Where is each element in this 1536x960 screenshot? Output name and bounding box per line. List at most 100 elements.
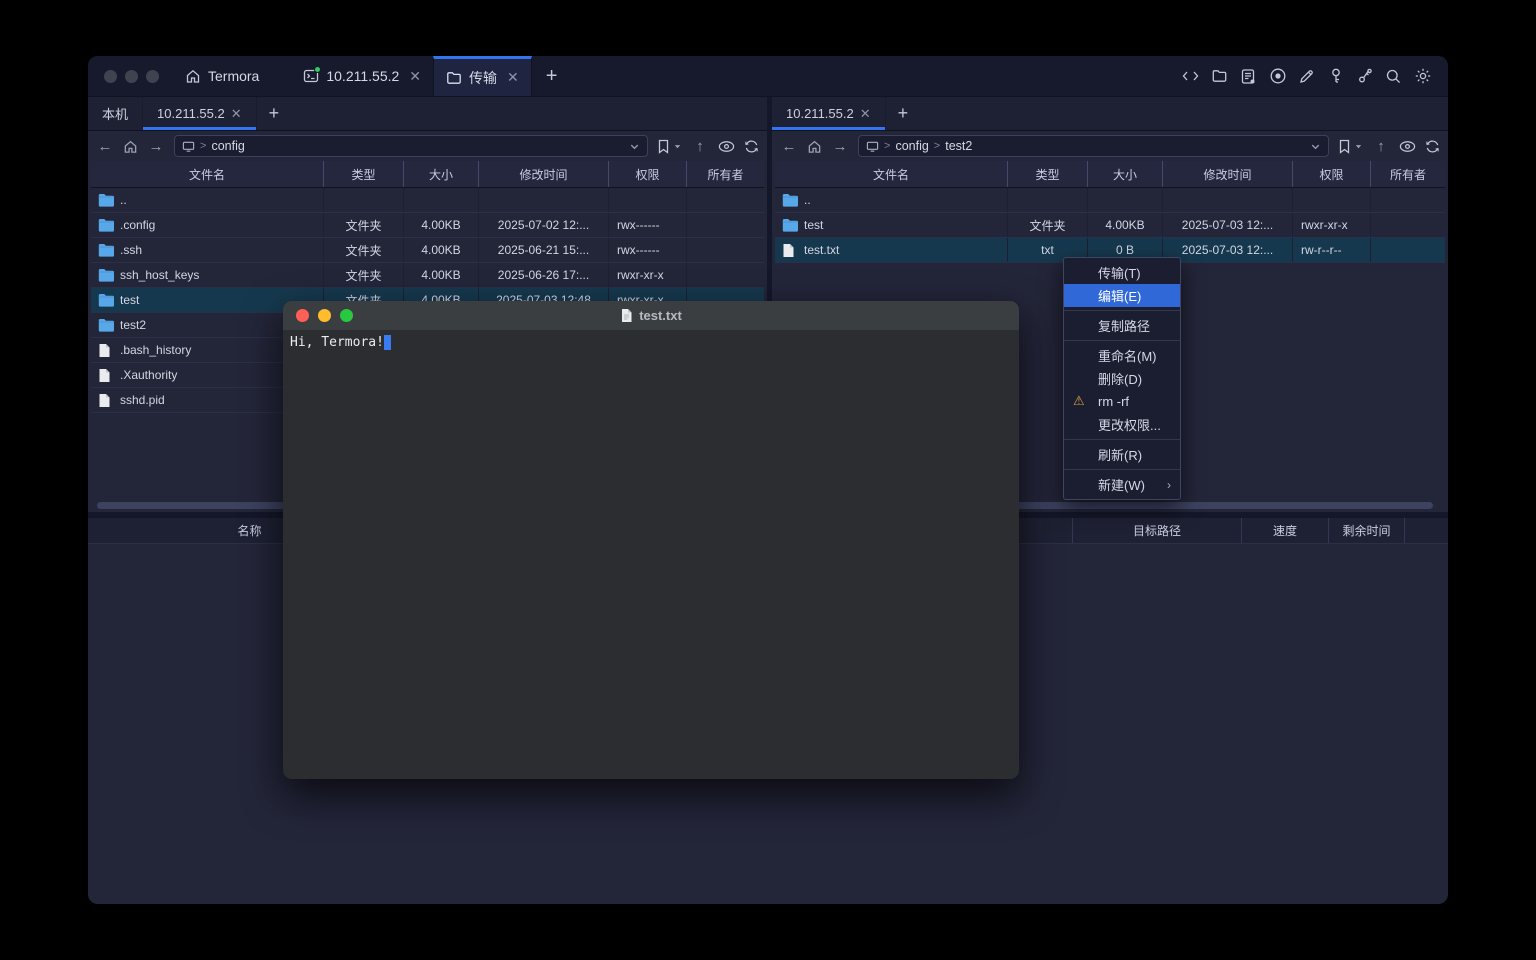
- tab-remote-right[interactable]: 10.211.55.2 ✕: [772, 97, 886, 130]
- code-icon[interactable]: [1181, 67, 1200, 86]
- col-type[interactable]: 类型: [1008, 161, 1088, 187]
- transfer-col-target-path[interactable]: 目标路径: [1073, 518, 1242, 543]
- close-tab-icon[interactable]: ✕: [409, 68, 421, 85]
- file-modified-cell: 2025-06-21 15:...: [479, 238, 609, 262]
- show-hidden-icon[interactable]: [1399, 140, 1416, 153]
- transfer-col-remaining[interactable]: 剩余时间: [1329, 518, 1405, 543]
- table-row[interactable]: ..: [775, 188, 1445, 213]
- new-tab-button[interactable]: +: [532, 56, 572, 96]
- right-path-input[interactable]: > config > test2: [858, 135, 1329, 157]
- path-segment[interactable]: config: [211, 139, 244, 153]
- right-pathbar: ← → > config > test2 ↑: [772, 131, 1448, 161]
- menu-item[interactable]: ⚠rm -rf: [1064, 390, 1180, 413]
- search-icon[interactable]: [1384, 67, 1403, 86]
- tab-remote-label: 10.211.55.2: [786, 106, 854, 121]
- edit-icon[interactable]: [1297, 67, 1316, 86]
- close-tab-icon[interactable]: ✕: [860, 106, 871, 122]
- chevron-right-icon: >: [884, 140, 890, 152]
- menu-separator: [1064, 439, 1180, 440]
- record-icon[interactable]: [1268, 67, 1287, 86]
- refresh-icon[interactable]: [744, 139, 759, 154]
- file-permissions-cell: rwx------: [609, 238, 687, 262]
- bookmark-dropdown-icon[interactable]: [1354, 142, 1363, 151]
- table-row[interactable]: .config文件夹4.00KB2025-07-02 12:...rwx----…: [91, 213, 764, 238]
- col-modified[interactable]: 修改时间: [479, 161, 609, 187]
- menu-item[interactable]: 删除(D): [1064, 367, 1180, 390]
- menu-item[interactable]: 重命名(M): [1064, 344, 1180, 367]
- left-path-input[interactable]: > config: [174, 135, 648, 157]
- tab-remote-left[interactable]: 10.211.55.2 ✕: [143, 97, 257, 130]
- tab-session[interactable]: 10.211.55.2 ✕: [291, 56, 433, 96]
- col-permissions[interactable]: 权限: [609, 161, 687, 187]
- col-permissions[interactable]: 权限: [1293, 161, 1371, 187]
- termora-window: Termora 10.211.55.2 ✕ 传输 ✕ +: [88, 56, 1448, 904]
- new-pane-tab-button[interactable]: +: [257, 97, 292, 130]
- table-row[interactable]: test文件夹4.00KB2025-07-03 12:...rwxr-xr-x: [775, 213, 1445, 238]
- refresh-icon[interactable]: [1425, 139, 1440, 154]
- col-modified[interactable]: 修改时间: [1163, 161, 1293, 187]
- bookmark-icon[interactable]: [1338, 139, 1351, 154]
- file-name-cell: ..: [775, 188, 1008, 212]
- file-owner-cell: [687, 213, 764, 237]
- bookmark-icon[interactable]: [657, 139, 670, 154]
- menu-separator: [1064, 340, 1180, 341]
- close-window-button[interactable]: [104, 70, 117, 83]
- snippets-icon[interactable]: [1239, 67, 1258, 86]
- editor-content[interactable]: Hi, Termora!: [283, 330, 1019, 779]
- menu-item[interactable]: 传输(T): [1064, 261, 1180, 284]
- tab-local[interactable]: 本机: [88, 97, 143, 130]
- tab-local-label: 本机: [102, 104, 128, 123]
- back-icon[interactable]: ←: [780, 138, 798, 155]
- folder-icon: [98, 218, 114, 232]
- menu-item[interactable]: 新建(W)›: [1064, 473, 1180, 496]
- table-row[interactable]: .ssh文件夹4.00KB2025-06-21 15:...rwx------: [91, 238, 764, 263]
- terminal-icon: [303, 68, 319, 84]
- menu-item[interactable]: 更改权限...: [1064, 413, 1180, 436]
- home-icon[interactable]: [123, 139, 138, 154]
- minimize-window-button[interactable]: [125, 70, 138, 83]
- bookmark-dropdown-icon[interactable]: [673, 142, 682, 151]
- parent-dir-icon[interactable]: ↑: [691, 138, 709, 155]
- table-row[interactable]: ssh_host_keys文件夹4.00KB2025-06-26 17:...r…: [91, 263, 764, 288]
- file-icon: [98, 343, 114, 357]
- menu-item[interactable]: 复制路径: [1064, 314, 1180, 337]
- home-icon[interactable]: [807, 139, 822, 154]
- close-tab-icon[interactable]: ✕: [507, 69, 519, 86]
- new-pane-tab-button[interactable]: +: [886, 97, 921, 130]
- settings-icon[interactable]: [1413, 67, 1432, 86]
- show-hidden-icon[interactable]: [718, 140, 735, 153]
- col-size[interactable]: 大小: [404, 161, 479, 187]
- parent-dir-icon[interactable]: ↑: [1372, 138, 1390, 155]
- col-filename[interactable]: 文件名: [91, 161, 324, 187]
- file-name-cell: .ssh: [91, 238, 324, 262]
- menu-item-label: 传输(T): [1098, 263, 1141, 282]
- key-icon[interactable]: [1326, 67, 1345, 86]
- col-owner[interactable]: 所有者: [687, 161, 764, 187]
- transfer-col-speed[interactable]: 速度: [1242, 518, 1329, 543]
- keychain-icon[interactable]: [1355, 67, 1374, 86]
- editor-titlebar[interactable]: test.txt: [283, 301, 1019, 330]
- menu-item-label: 重命名(M): [1098, 346, 1157, 365]
- back-icon[interactable]: ←: [96, 138, 114, 155]
- col-size[interactable]: 大小: [1088, 161, 1163, 187]
- forward-icon[interactable]: →: [831, 138, 849, 155]
- menu-item[interactable]: 刷新(R): [1064, 443, 1180, 466]
- menu-item[interactable]: 编辑(E): [1064, 284, 1180, 307]
- home-icon: [185, 68, 201, 84]
- folder-icon[interactable]: [1210, 67, 1229, 86]
- tab-transfer[interactable]: 传输 ✕: [433, 56, 532, 96]
- table-row[interactable]: ..: [91, 188, 764, 213]
- col-filename[interactable]: 文件名: [775, 161, 1008, 187]
- file-modified-cell: 2025-07-03 12:...: [1163, 238, 1293, 262]
- tab-home[interactable]: Termora: [173, 56, 271, 96]
- file-name-cell: test: [775, 213, 1008, 237]
- zoom-window-button[interactable]: [146, 70, 159, 83]
- chevron-down-icon[interactable]: [629, 141, 640, 152]
- path-segment[interactable]: config: [895, 139, 928, 153]
- close-tab-icon[interactable]: ✕: [231, 106, 242, 122]
- path-segment[interactable]: test2: [945, 139, 972, 153]
- chevron-down-icon[interactable]: [1310, 141, 1321, 152]
- col-owner[interactable]: 所有者: [1371, 161, 1445, 187]
- forward-icon[interactable]: →: [147, 138, 165, 155]
- col-type[interactable]: 类型: [324, 161, 404, 187]
